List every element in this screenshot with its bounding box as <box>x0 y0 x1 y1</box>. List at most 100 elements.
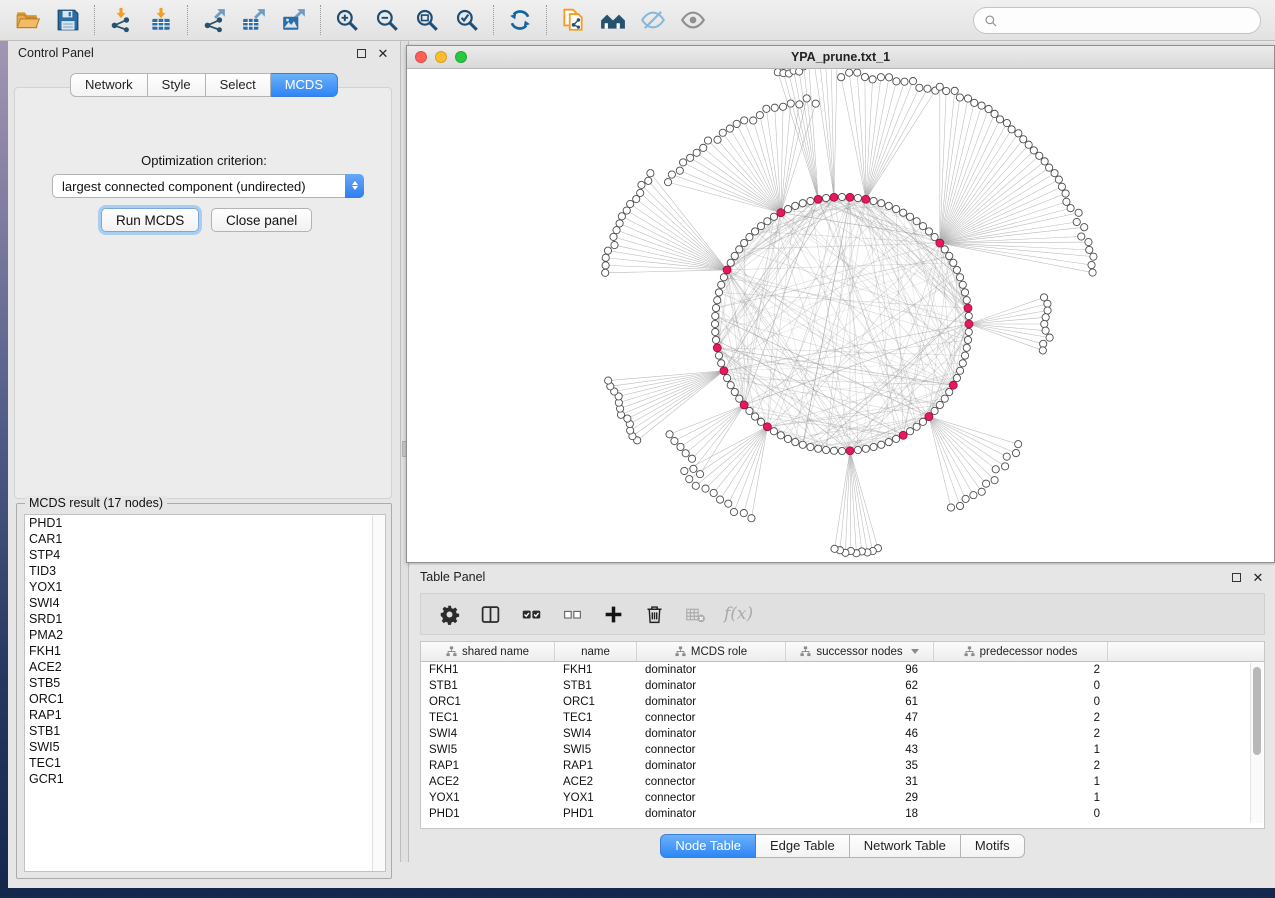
mcds-result-item[interactable]: SWI5 <box>25 739 385 755</box>
tab-select[interactable]: Select <box>206 73 271 97</box>
table-row[interactable]: STB1STB1dominator620 <box>421 678 1264 694</box>
column-header-shared-name[interactable]: shared name <box>421 642 555 661</box>
hide-eye-button[interactable] <box>633 3 673 37</box>
close-panel-button[interactable]: ✕ <box>376 46 390 60</box>
zoom-selected-button[interactable] <box>447 3 487 37</box>
close-panel-action-button[interactable]: Close panel <box>211 208 312 232</box>
close-table-panel-button[interactable]: ✕ <box>1251 570 1265 584</box>
export-table-button[interactable] <box>234 3 274 37</box>
tab-mcds[interactable]: MCDS <box>271 73 338 97</box>
add-column-icon <box>603 604 624 625</box>
run-mcds-button[interactable]: Run MCDS <box>101 208 199 232</box>
cell-shared-name: ORC1 <box>421 694 555 710</box>
dominator-node <box>777 209 785 217</box>
mcds-result-item[interactable]: STB5 <box>25 675 385 691</box>
tab-network[interactable]: Network <box>70 73 148 97</box>
network-canvas[interactable] <box>407 69 1274 562</box>
control-panel-tabs: NetworkStyleSelectMCDS <box>8 73 400 97</box>
show-eye-button[interactable] <box>673 3 713 37</box>
dominator-node <box>846 447 854 455</box>
select-all-button[interactable] <box>519 602 543 626</box>
zoom-out-icon <box>374 7 400 33</box>
export-network-button[interactable] <box>194 3 234 37</box>
mcds-result-list[interactable]: PHD1CAR1STP4TID3YOX1SWI4SRD1PMA2FKH1ACE2… <box>24 514 386 872</box>
table-scrollbar-thumb[interactable] <box>1253 667 1261 755</box>
mcds-result-item[interactable]: RAP1 <box>25 707 385 723</box>
tab-style[interactable]: Style <box>148 73 206 97</box>
gear-button[interactable] <box>437 602 461 626</box>
table-row[interactable]: SWI5SWI5connector431 <box>421 742 1264 758</box>
mcds-result-item[interactable]: CAR1 <box>25 531 385 547</box>
cell-successor-nodes: 29 <box>786 790 934 806</box>
import-network-button[interactable] <box>101 3 141 37</box>
mcds-result-item[interactable]: SWI4 <box>25 595 385 611</box>
table-row[interactable]: ORC1ORC1dominator610 <box>421 694 1264 710</box>
float-panel-button[interactable] <box>354 46 368 60</box>
columns-button[interactable] <box>478 602 502 626</box>
zoom-out-button[interactable] <box>367 3 407 37</box>
table-row[interactable]: FKH1FKH1dominator962 <box>421 662 1264 678</box>
mcds-result-item[interactable]: TEC1 <box>25 755 385 771</box>
save-session-button[interactable] <box>48 3 88 37</box>
column-header-successor-nodes[interactable]: successor nodes <box>786 642 934 661</box>
cell-predecessor-nodes: 1 <box>934 790 1108 806</box>
cell-shared-name: STB1 <box>421 678 555 694</box>
dominator-node <box>814 195 822 203</box>
table-scrollbar[interactable] <box>1250 663 1263 823</box>
toolbar-separator <box>320 5 321 35</box>
go-home-button[interactable] <box>593 3 633 37</box>
column-header-MCDS-role[interactable]: MCDS role <box>637 642 786 661</box>
search-box[interactable] <box>973 7 1261 34</box>
tab-network-table[interactable]: Network Table <box>850 834 961 858</box>
tab-node-table[interactable]: Node Table <box>660 834 756 858</box>
table-row[interactable]: SWI4SWI4dominator462 <box>421 726 1264 742</box>
tab-edge-table[interactable]: Edge Table <box>756 834 850 858</box>
mcds-result-item[interactable]: PMA2 <box>25 627 385 643</box>
delete-table-button[interactable] <box>683 602 707 626</box>
mcds-result-item[interactable]: TID3 <box>25 563 385 579</box>
mcds-result-item[interactable]: ACE2 <box>25 659 385 675</box>
zoom-fit-button[interactable] <box>407 3 447 37</box>
mcds-list-scrollbar[interactable] <box>372 515 385 871</box>
mcds-result-item[interactable]: PHD1 <box>25 515 385 531</box>
zoom-in-button[interactable] <box>327 3 367 37</box>
mcds-result-item[interactable]: YOX1 <box>25 579 385 595</box>
cell-successor-nodes: 43 <box>786 742 934 758</box>
zoom-selected-icon <box>454 7 480 33</box>
cell-name: YOX1 <box>555 790 637 806</box>
mcds-result-item[interactable]: GCR1 <box>25 771 385 787</box>
refresh-layout-button[interactable] <box>500 3 540 37</box>
column-header-predecessor-nodes[interactable]: predecessor nodes <box>934 642 1108 661</box>
deselect-all-button[interactable] <box>560 602 584 626</box>
float-table-panel-button[interactable] <box>1229 570 1243 584</box>
add-column-button[interactable] <box>601 602 625 626</box>
column-label: successor nodes <box>816 646 902 658</box>
mcds-result-item[interactable]: FKH1 <box>25 643 385 659</box>
import-network-icon <box>108 7 134 33</box>
column-header-name[interactable]: name <box>555 642 637 661</box>
table-row[interactable]: RAP1RAP1dominator352 <box>421 758 1264 774</box>
cell-name: SWI4 <box>555 726 637 742</box>
mcds-result-item[interactable]: STB1 <box>25 723 385 739</box>
open-file-button[interactable] <box>8 3 48 37</box>
table-row[interactable]: YOX1YOX1connector291 <box>421 790 1264 806</box>
import-table-button[interactable] <box>141 3 181 37</box>
select-all-icon <box>521 604 542 625</box>
cell-MCDS-role: dominator <box>637 758 786 774</box>
clone-network-button[interactable] <box>553 3 593 37</box>
table-row[interactable]: PHD1PHD1dominator180 <box>421 806 1264 822</box>
search-input[interactable] <box>1004 13 1250 28</box>
tab-motifs[interactable]: Motifs <box>961 834 1025 858</box>
mcds-result-item[interactable]: STP4 <box>25 547 385 563</box>
table-row[interactable]: ACE2ACE2connector311 <box>421 774 1264 790</box>
network-window-titlebar[interactable]: YPA_prune.txt_1 <box>407 46 1274 69</box>
delete-column-button[interactable] <box>642 602 666 626</box>
export-image-icon <box>281 7 307 33</box>
table-row[interactable]: TEC1TEC1connector472 <box>421 710 1264 726</box>
criterion-dropdown[interactable]: largest connected component (undirected) <box>52 174 364 198</box>
delete-table-icon <box>685 604 706 625</box>
mcds-result-item[interactable]: ORC1 <box>25 691 385 707</box>
export-image-button[interactable] <box>274 3 314 37</box>
cell-MCDS-role: dominator <box>637 662 786 678</box>
mcds-result-item[interactable]: SRD1 <box>25 611 385 627</box>
